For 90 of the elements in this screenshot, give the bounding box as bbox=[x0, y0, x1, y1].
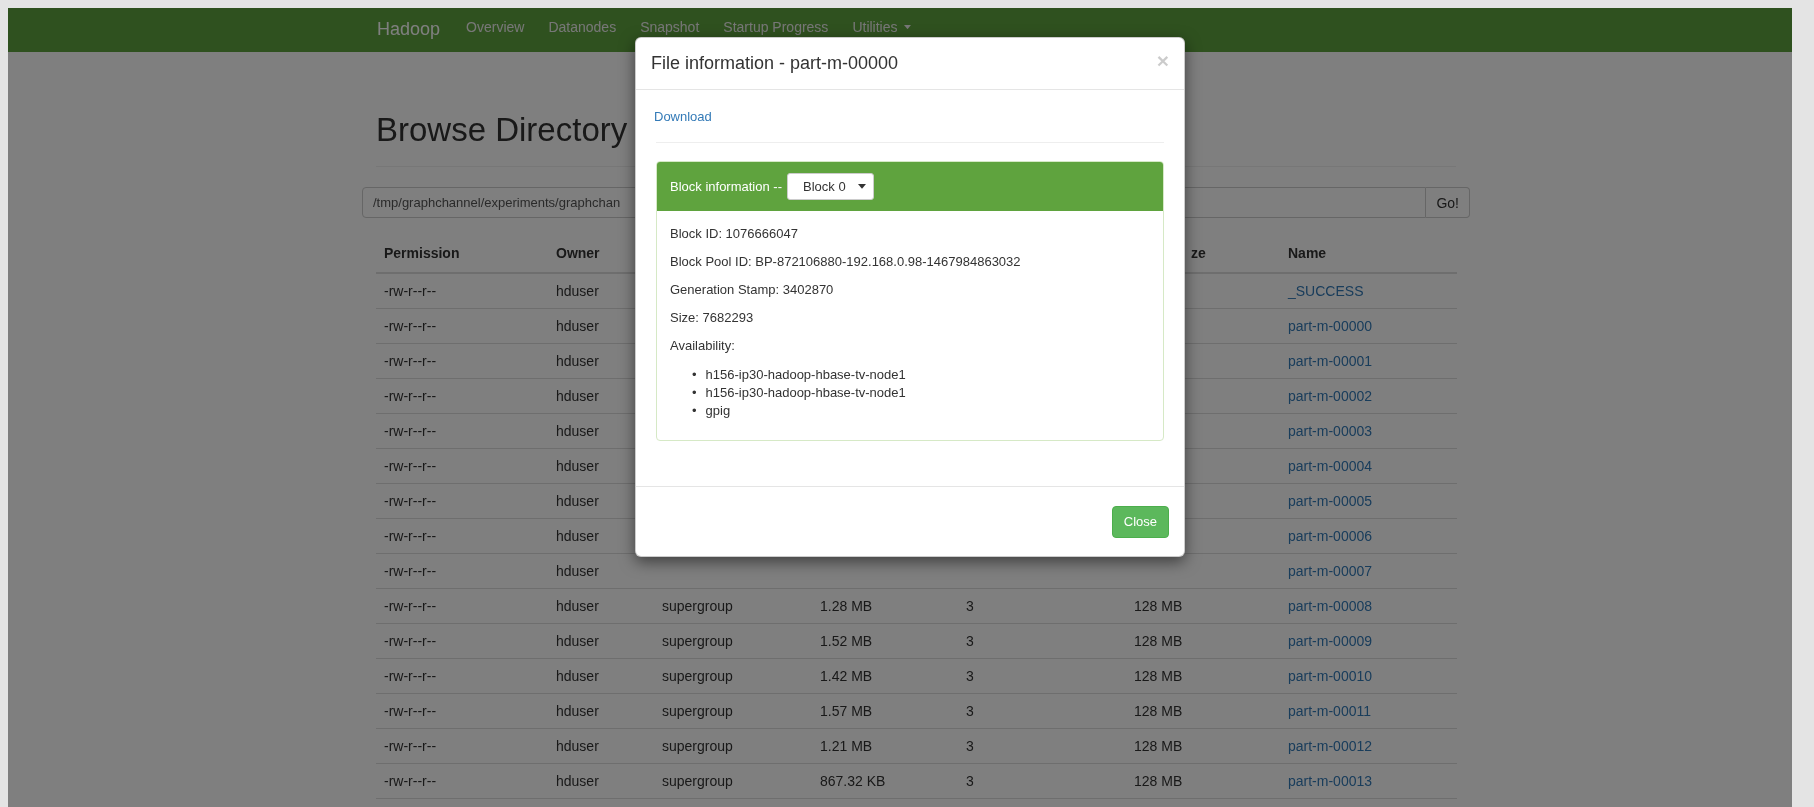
table-cell: 128 MB bbox=[1126, 763, 1280, 799]
table-cell: hduser bbox=[548, 623, 654, 659]
table-cell: 128 MB bbox=[1126, 623, 1280, 659]
table-cell: hduser bbox=[548, 728, 654, 764]
brand-name[interactable]: Hadoop bbox=[377, 19, 441, 40]
file-link[interactable]: part-m-00008 bbox=[1288, 598, 1373, 614]
table-cell: -rw-r--r-- bbox=[376, 728, 548, 764]
file-link[interactable]: _SUCCESS bbox=[1288, 283, 1364, 299]
table-cell: 1.21 MB bbox=[812, 728, 958, 764]
file-link[interactable]: part-m-00000 bbox=[1288, 318, 1373, 334]
file-link[interactable]: part-m-00006 bbox=[1288, 528, 1373, 544]
file-link[interactable]: part-m-00012 bbox=[1288, 738, 1373, 754]
column-header: Owner bbox=[556, 245, 600, 261]
table-cell: supergroup bbox=[654, 658, 812, 694]
table-cell: -rw-r--r-- bbox=[376, 518, 548, 554]
download-link[interactable]: Download bbox=[654, 109, 712, 124]
table-cell: supergroup bbox=[654, 588, 812, 624]
file-link[interactable]: part-m-00002 bbox=[1288, 388, 1373, 404]
table-cell: supergroup bbox=[654, 623, 812, 659]
block-detail: Size: 7682293 bbox=[670, 310, 755, 326]
table-cell: 128 MB bbox=[1126, 693, 1280, 729]
table-cell: hduser bbox=[548, 693, 654, 729]
host-item: h156-ip30-hadoop-hbase-tv-node1 bbox=[705, 366, 906, 384]
block-detail: Block Pool ID: BP-872106880-192.168.0.98-1467984863032 bbox=[670, 254, 1022, 270]
column-header: Name bbox=[1288, 245, 1327, 261]
nav-link[interactable]: Utilities bbox=[852, 19, 911, 35]
list-bullet: • bbox=[692, 402, 697, 420]
table-cell: -rw-r--r-- bbox=[376, 553, 548, 589]
file-link[interactable]: part-m-00001 bbox=[1288, 353, 1373, 369]
table-cell: 1.52 MB bbox=[812, 623, 958, 659]
block-detail: Generation Stamp: 3402870 bbox=[670, 282, 835, 298]
table-cell: -rw-r--r-- bbox=[376, 483, 548, 519]
table-cell: 3 bbox=[958, 588, 1126, 624]
table-cell: 128 MB bbox=[1126, 588, 1280, 624]
close-button[interactable]: × bbox=[1156, 48, 1169, 73]
block-detail: Block ID: 1076666047 bbox=[670, 226, 799, 242]
table-cell: 3 bbox=[958, 728, 1126, 764]
table-cell: -rw-r--r-- bbox=[376, 273, 548, 309]
host-item: h156-ip30-hadoop-hbase-tv-node1 bbox=[705, 384, 906, 402]
block-select[interactable]: Block 0 bbox=[787, 173, 874, 200]
table-cell: -rw-r--r-- bbox=[376, 413, 548, 449]
table-cell: supergroup bbox=[654, 693, 812, 729]
file-link[interactable]: part-m-00005 bbox=[1288, 493, 1373, 509]
go-button[interactable]: Go! bbox=[1426, 187, 1470, 218]
table-cell: 1.57 MB bbox=[812, 693, 958, 729]
table-cell: -rw-r--r-- bbox=[376, 308, 548, 344]
table-cell: -rw-r--r-- bbox=[376, 588, 548, 624]
table-cell: -rw-r--r-- bbox=[376, 763, 548, 799]
file-link[interactable]: part-m-00007 bbox=[1288, 563, 1373, 579]
nav-link[interactable]: Overview bbox=[466, 19, 525, 35]
table-cell: hduser bbox=[548, 763, 654, 799]
nav-link[interactable]: Snapshot bbox=[640, 19, 700, 35]
table-cell: 128 MB bbox=[1126, 658, 1280, 694]
caret-icon bbox=[857, 184, 866, 189]
table-cell: -rw-r--r-- bbox=[376, 623, 548, 659]
panel-label: Block information -- bbox=[670, 179, 782, 194]
table-cell: supergroup bbox=[654, 763, 812, 799]
file-link[interactable]: part-m-00003 bbox=[1288, 423, 1373, 439]
table-cell: 867.32 KB bbox=[812, 763, 958, 799]
table-cell: 1.28 MB bbox=[812, 588, 958, 624]
list-bullet: • bbox=[692, 366, 697, 384]
file-link[interactable]: part-m-00013 bbox=[1288, 773, 1373, 789]
table-cell: 3 bbox=[958, 763, 1126, 799]
nav-link[interactable]: Datanodes bbox=[548, 19, 617, 35]
table-cell: -rw-r--r-- bbox=[376, 658, 548, 694]
block-detail: Availability: bbox=[670, 338, 736, 354]
table-cell: 3 bbox=[958, 623, 1126, 659]
table-cell: -rw-r--r-- bbox=[376, 448, 548, 484]
table-cell: 1.42 MB bbox=[812, 658, 958, 694]
page-heading: Browse Directory bbox=[376, 110, 628, 150]
list-bullet: • bbox=[692, 384, 697, 402]
table-cell: supergroup bbox=[654, 728, 812, 764]
file-link[interactable]: part-m-00011 bbox=[1288, 703, 1371, 719]
table-cell: -rw-r--r-- bbox=[376, 693, 548, 729]
table-cell: 3 bbox=[958, 658, 1126, 694]
file-link[interactable]: part-m-00004 bbox=[1288, 458, 1373, 474]
column-header: ze bbox=[1190, 245, 1206, 261]
file-link[interactable]: part-m-00010 bbox=[1288, 668, 1373, 684]
dialog-title: File information - part-m-00000 bbox=[651, 53, 899, 74]
table-cell: hduser bbox=[548, 588, 654, 624]
column-header: Permission bbox=[384, 245, 460, 261]
nav-link[interactable]: Startup Progress bbox=[723, 19, 829, 35]
table-cell: -rw-r--r-- bbox=[376, 343, 548, 379]
close-button[interactable]: Close bbox=[1111, 505, 1169, 538]
table-cell: -rw-r--r-- bbox=[376, 378, 548, 414]
table-cell: 3 bbox=[958, 693, 1126, 729]
table-cell: hduser bbox=[548, 658, 654, 694]
host-item: gpig bbox=[705, 402, 731, 420]
file-link[interactable]: part-m-00009 bbox=[1288, 633, 1373, 649]
table-cell: 128 MB bbox=[1126, 728, 1280, 764]
